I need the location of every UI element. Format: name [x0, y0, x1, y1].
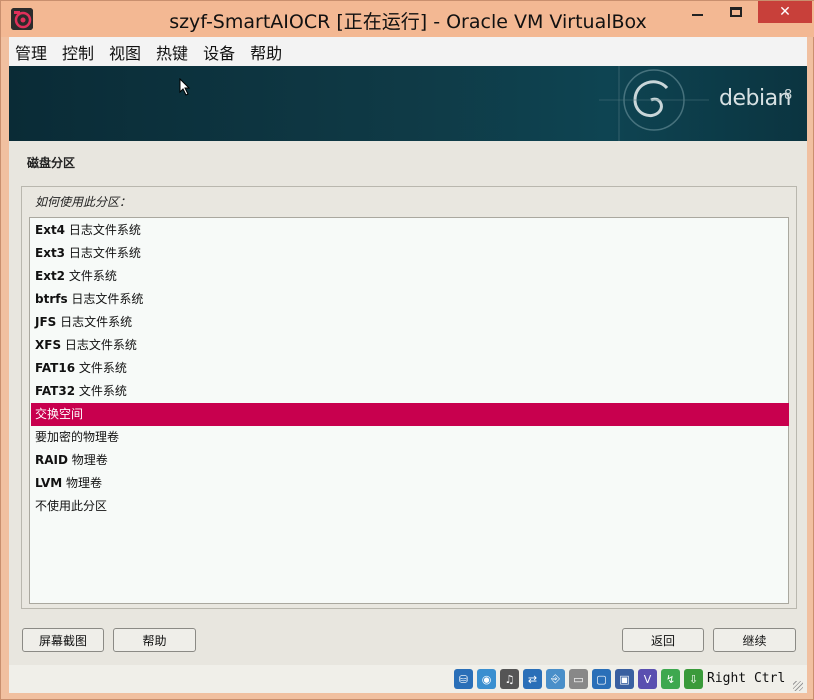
- list-item[interactable]: JFS 日志文件系统: [31, 311, 789, 334]
- debian-logo-text: debian: [719, 86, 792, 111]
- close-icon: ✕: [779, 4, 791, 20]
- vm-screen[interactable]: debian 8 磁盘分区 如何使用此分区： Ext4 日志文件系统 Ext3 日…: [9, 66, 807, 665]
- close-button[interactable]: ✕: [758, 1, 812, 23]
- resize-grip[interactable]: [793, 681, 803, 691]
- prompt-label: 如何使用此分区：: [35, 195, 132, 209]
- option-bold-label: LVM: [35, 476, 63, 490]
- option-bold-label: FAT16: [35, 361, 76, 375]
- option-bold-label: FAT32: [35, 384, 76, 398]
- debian-swirl-icon: [599, 66, 709, 141]
- list-item[interactable]: btrfs 日志文件系统: [31, 288, 789, 311]
- network-icon[interactable]: ⇄: [523, 669, 542, 689]
- menu-view[interactable]: 视图: [109, 40, 141, 64]
- menu-help[interactable]: 帮助: [250, 40, 282, 64]
- help-button[interactable]: 帮助: [113, 628, 196, 652]
- option-label: 交换空间: [35, 407, 84, 421]
- option-bold-label: Ext2: [35, 269, 66, 283]
- menu-control[interactable]: 控制: [62, 40, 94, 64]
- option-label: 物理卷: [62, 476, 103, 490]
- list-item[interactable]: Ext4 日志文件系统: [31, 219, 789, 242]
- option-bold-label: Ext3: [35, 246, 66, 260]
- back-button[interactable]: 返回: [622, 628, 704, 652]
- option-label: 不使用此分区: [35, 499, 108, 513]
- option-label: 物理卷: [67, 453, 108, 467]
- option-bold-label: XFS: [35, 338, 62, 352]
- list-item[interactable]: FAT32 文件系统: [31, 380, 789, 403]
- option-bold-label: JFS: [35, 315, 57, 329]
- virtualization-icon[interactable]: V: [638, 669, 657, 689]
- option-bold-label: Ext4: [35, 223, 66, 237]
- option-label: 日志文件系统: [65, 223, 141, 237]
- keyboard-capture-icon[interactable]: ⇩: [684, 669, 703, 689]
- host-key-label: Right Ctrl: [707, 671, 786, 686]
- status-bar: ⛁ ◉ ♫ ⇄ ⎆ ▭ ▢ ▣ V ↯ ⇩ Right Ctrl: [9, 665, 807, 693]
- continue-button[interactable]: 继续: [713, 628, 796, 652]
- minimize-icon: [691, 14, 703, 16]
- option-label: 日志文件系统: [61, 338, 137, 352]
- menu-bar: 管理 控制 视图 热键 设备 帮助: [9, 37, 807, 66]
- list-item[interactable]: FAT16 文件系统: [31, 357, 789, 380]
- list-item[interactable]: LVM 物理卷: [31, 472, 789, 495]
- option-label: 文件系统: [65, 269, 117, 283]
- option-label: 要加密的物理卷: [35, 430, 120, 444]
- device-status-icons: ⛁ ◉ ♫ ⇄ ⎆ ▭ ▢ ▣ V ↯ ⇩: [454, 668, 707, 690]
- maximize-icon: [729, 7, 742, 17]
- section-title: 磁盘分区: [27, 156, 76, 170]
- shared-folder-icon[interactable]: ▭: [569, 669, 588, 689]
- option-label: 日志文件系统: [67, 292, 144, 306]
- option-label: 日志文件系统: [65, 246, 141, 260]
- video-capture-icon[interactable]: ▣: [615, 669, 634, 689]
- option-label: 文件系统: [75, 361, 127, 375]
- maximize-button[interactable]: [713, 1, 758, 23]
- list-item[interactable]: 要加密的物理卷: [31, 426, 789, 449]
- debian-version: 8: [784, 88, 793, 103]
- option-bold-label: RAID: [35, 453, 68, 467]
- virtualbox-window: szyf-SmartAIOCR [正在运行] - Oracle VM Virtu…: [0, 0, 814, 700]
- options-panel: 如何使用此分区： Ext4 日志文件系统 Ext3 日志文件系统 Ext2 文件系统…: [21, 186, 797, 609]
- audio-icon[interactable]: ♫: [500, 669, 519, 689]
- debian-banner: debian 8: [9, 66, 807, 141]
- menu-hotkeys[interactable]: 热键: [156, 40, 188, 64]
- mouse-integration-icon[interactable]: ↯: [661, 669, 680, 689]
- minimize-button[interactable]: [681, 1, 713, 23]
- list-item[interactable]: Ext2 文件系统: [31, 265, 789, 288]
- title-bar[interactable]: szyf-SmartAIOCR [正在运行] - Oracle VM Virtu…: [1, 1, 814, 37]
- filesystem-option-list[interactable]: Ext4 日志文件系统 Ext3 日志文件系统 Ext2 文件系统 btrfs 日志文…: [29, 217, 789, 604]
- list-item[interactable]: RAID 物理卷: [31, 449, 789, 472]
- option-label: 文件系统: [75, 384, 127, 398]
- list-item[interactable]: 不使用此分区: [31, 495, 789, 518]
- mouse-cursor-icon: [179, 78, 191, 96]
- hard-disk-icon[interactable]: ⛁: [454, 669, 473, 689]
- list-item[interactable]: 交换空间: [31, 403, 789, 426]
- optical-drive-icon[interactable]: ◉: [477, 669, 496, 689]
- display-icon[interactable]: ▢: [592, 669, 611, 689]
- menu-devices[interactable]: 设备: [203, 40, 235, 64]
- list-item[interactable]: Ext3 日志文件系统: [31, 242, 789, 265]
- list-item[interactable]: XFS 日志文件系统: [31, 334, 789, 357]
- menu-machine[interactable]: 管理: [15, 40, 47, 64]
- option-bold-label: btrfs: [35, 292, 68, 306]
- screenshot-button[interactable]: 屏幕截图: [22, 628, 104, 652]
- usb-icon[interactable]: ⎆: [546, 669, 565, 689]
- option-label: 日志文件系统: [56, 315, 133, 329]
